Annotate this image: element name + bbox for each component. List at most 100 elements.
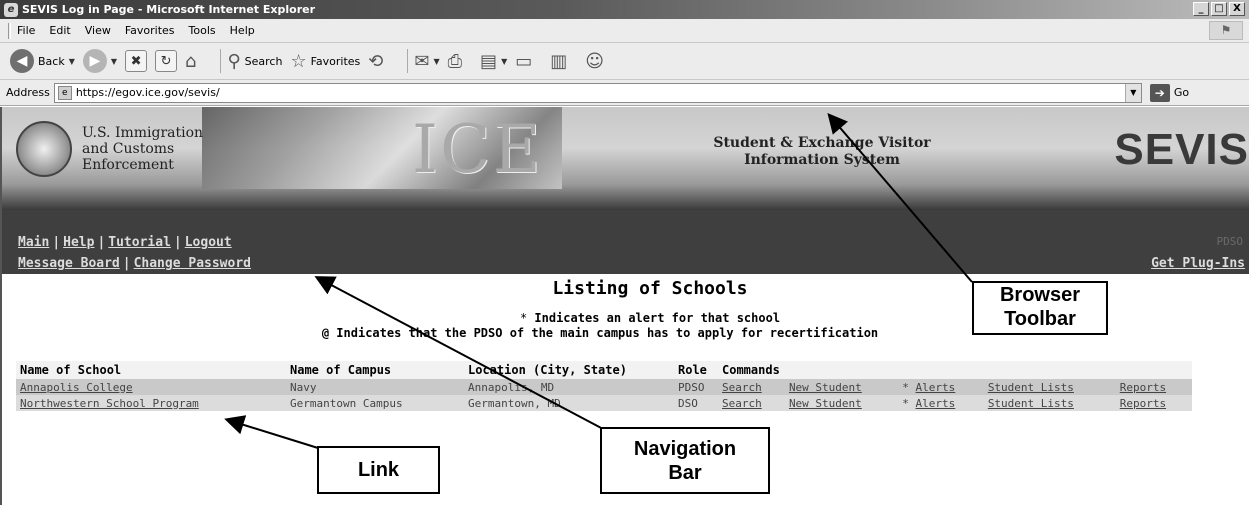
stop-icon: ✖ xyxy=(125,50,148,72)
menu-edit[interactable]: Edit xyxy=(49,24,70,37)
nav-separator: | xyxy=(52,235,61,250)
system-name: Student & Exchange Visitor Information S… xyxy=(692,135,952,169)
alerts-link[interactable]: Alerts xyxy=(916,397,956,410)
search-link[interactable]: Search xyxy=(722,397,762,410)
new-student-cell: New Student xyxy=(784,395,899,411)
go-button[interactable]: ➔ Go xyxy=(1149,83,1190,102)
new-student-cell: New Student xyxy=(784,379,899,395)
student-lists-link[interactable]: Student Lists xyxy=(988,397,1074,410)
research-icon: ▥ xyxy=(550,50,568,72)
at-marker: @ xyxy=(321,326,337,340)
agency-line-1: U.S. Immigration xyxy=(82,125,204,141)
mail-button[interactable]: ✉ ▼ xyxy=(414,51,439,72)
column-header-school: Name of School xyxy=(16,361,286,379)
alert-note-text: Indicates an alert for that school xyxy=(534,311,781,325)
reports-link[interactable]: Reports xyxy=(1120,381,1166,394)
student-lists-link[interactable]: Student Lists xyxy=(988,381,1074,394)
navigation-bar: Main | Help | Tutorial | Logout Message Board |… xyxy=(2,210,1249,274)
campus-cell: Germantown Campus xyxy=(286,395,464,411)
recert-note: @ Indicates that the PDSO of the main ca… xyxy=(220,326,980,340)
chevron-down-icon: ▼ xyxy=(501,56,508,66)
toolbar-divider xyxy=(407,49,409,73)
campus-cell: Navy xyxy=(286,379,464,395)
discuss-button[interactable]: ▭ xyxy=(515,51,542,72)
location-cell: Annapolis, MD xyxy=(464,379,674,395)
messenger-button[interactable]: ☺ xyxy=(585,51,614,72)
edit-button[interactable]: ▤ ▼ xyxy=(480,51,507,72)
search-cell: Search xyxy=(718,395,785,411)
history-button[interactable]: ⟲ xyxy=(368,51,393,72)
print-button[interactable]: ⎙ xyxy=(448,51,472,72)
callout-link: Link xyxy=(317,446,440,494)
forward-button[interactable]: ▶ ▼ xyxy=(82,49,117,73)
nav-link-change-password[interactable]: Change Password xyxy=(134,256,251,271)
nav-link-main[interactable]: Main xyxy=(18,235,49,250)
address-label: Address xyxy=(6,86,50,99)
column-header-role: Role xyxy=(674,361,718,379)
school-link[interactable]: Annapolis College xyxy=(20,381,133,394)
nav-row-primary: Main | Help | Tutorial | Logout xyxy=(18,235,232,250)
callout-browser-toolbar: Browser Toolbar xyxy=(972,281,1108,335)
favorites-button[interactable]: ☆ Favorites xyxy=(290,51,360,72)
toolbar-divider xyxy=(220,49,222,73)
minimize-button[interactable]: _ xyxy=(1193,2,1209,16)
history-icon: ⟲ xyxy=(368,50,384,72)
new-student-link[interactable]: New Student xyxy=(789,397,862,410)
maximize-button[interactable]: □ xyxy=(1211,2,1227,16)
agency-line-2: and Customs xyxy=(82,141,175,157)
back-button[interactable]: ◀ Back ▼ xyxy=(10,49,75,73)
new-student-link[interactable]: New Student xyxy=(789,381,862,394)
search-label: Search xyxy=(244,54,283,68)
address-url: https://egov.ice.gov/sevis/ xyxy=(75,86,220,99)
search-link[interactable]: Search xyxy=(722,381,762,394)
address-dropdown-button[interactable]: ▼ xyxy=(1124,83,1141,102)
stop-button[interactable]: ✖ xyxy=(125,50,148,72)
callout-navigation-bar: Navigation Bar xyxy=(600,427,770,494)
menu-help[interactable]: Help xyxy=(230,24,255,37)
research-button[interactable]: ▥ xyxy=(550,51,577,72)
search-button[interactable]: ⚲ Search xyxy=(227,51,282,72)
browser-toolbar: ◀ Back ▼ ▶ ▼ ✖ ↻ ⌂ ⚲ Search ☆ Favorites … xyxy=(0,43,1249,80)
toolbar-grip xyxy=(8,22,11,39)
discuss-icon: ▭ xyxy=(515,50,533,72)
nav-link-message-board[interactable]: Message Board xyxy=(18,256,120,271)
menu-file[interactable]: File xyxy=(17,24,35,37)
refresh-button[interactable]: ↻ xyxy=(155,50,178,72)
window-title: SEVIS Log in Page - Microsoft Internet E… xyxy=(22,3,316,16)
school-link[interactable]: Northwestern School Program xyxy=(20,397,199,410)
nav-link-logout[interactable]: Logout xyxy=(185,235,232,250)
printer-icon: ⎙ xyxy=(447,50,463,72)
column-header-commands: Commands xyxy=(718,361,1192,379)
alerts-link[interactable]: Alerts xyxy=(916,381,956,394)
close-button[interactable]: X xyxy=(1229,2,1245,16)
school-cell: Northwestern School Program xyxy=(16,395,286,411)
chevron-down-icon: ▼ xyxy=(68,56,75,66)
windows-logo-icon: ⚑ xyxy=(1209,21,1243,40)
sevis-wordmark: SEVIS xyxy=(1114,125,1249,174)
asterisk-marker: * xyxy=(519,311,535,325)
role-cell: DSO xyxy=(674,395,718,411)
menu-view[interactable]: View xyxy=(85,24,111,37)
home-button[interactable]: ⌂ xyxy=(185,51,206,72)
star-icon: ☆ xyxy=(290,50,307,72)
student-lists-cell: Student Lists xyxy=(983,379,1116,395)
refresh-icon: ↻ xyxy=(155,50,178,72)
nav-link-tutorial[interactable]: Tutorial xyxy=(108,235,171,250)
column-header-campus: Name of Campus xyxy=(286,361,464,379)
address-bar: Address e https://egov.ice.gov/sevis/ ▼ … xyxy=(0,80,1249,106)
page-title: Listing of Schools xyxy=(552,278,748,299)
get-plugins-link[interactable]: Get Plug-Ins xyxy=(1151,256,1245,271)
schools-table: Name of School Name of Campus Location (… xyxy=(16,361,1192,411)
nav-link-help[interactable]: Help xyxy=(63,235,94,250)
menu-tools[interactable]: Tools xyxy=(189,24,216,37)
nav-separator: | xyxy=(97,235,106,250)
system-name-line-1: Student & Exchange Visitor xyxy=(713,135,931,151)
menu-bar: File Edit View Favorites Tools Help ⚑ xyxy=(0,19,1249,43)
menu-favorites[interactable]: Favorites xyxy=(125,24,175,37)
messenger-icon: ☺ xyxy=(585,50,605,72)
alerts-cell: * Alerts xyxy=(898,379,984,395)
table-row: Annapolis College Navy Annapolis, MD PDS… xyxy=(16,379,1192,395)
reports-link[interactable]: Reports xyxy=(1120,397,1166,410)
address-input[interactable]: e https://egov.ice.gov/sevis/ ▼ xyxy=(53,82,1142,103)
go-label: Go xyxy=(1173,86,1190,99)
